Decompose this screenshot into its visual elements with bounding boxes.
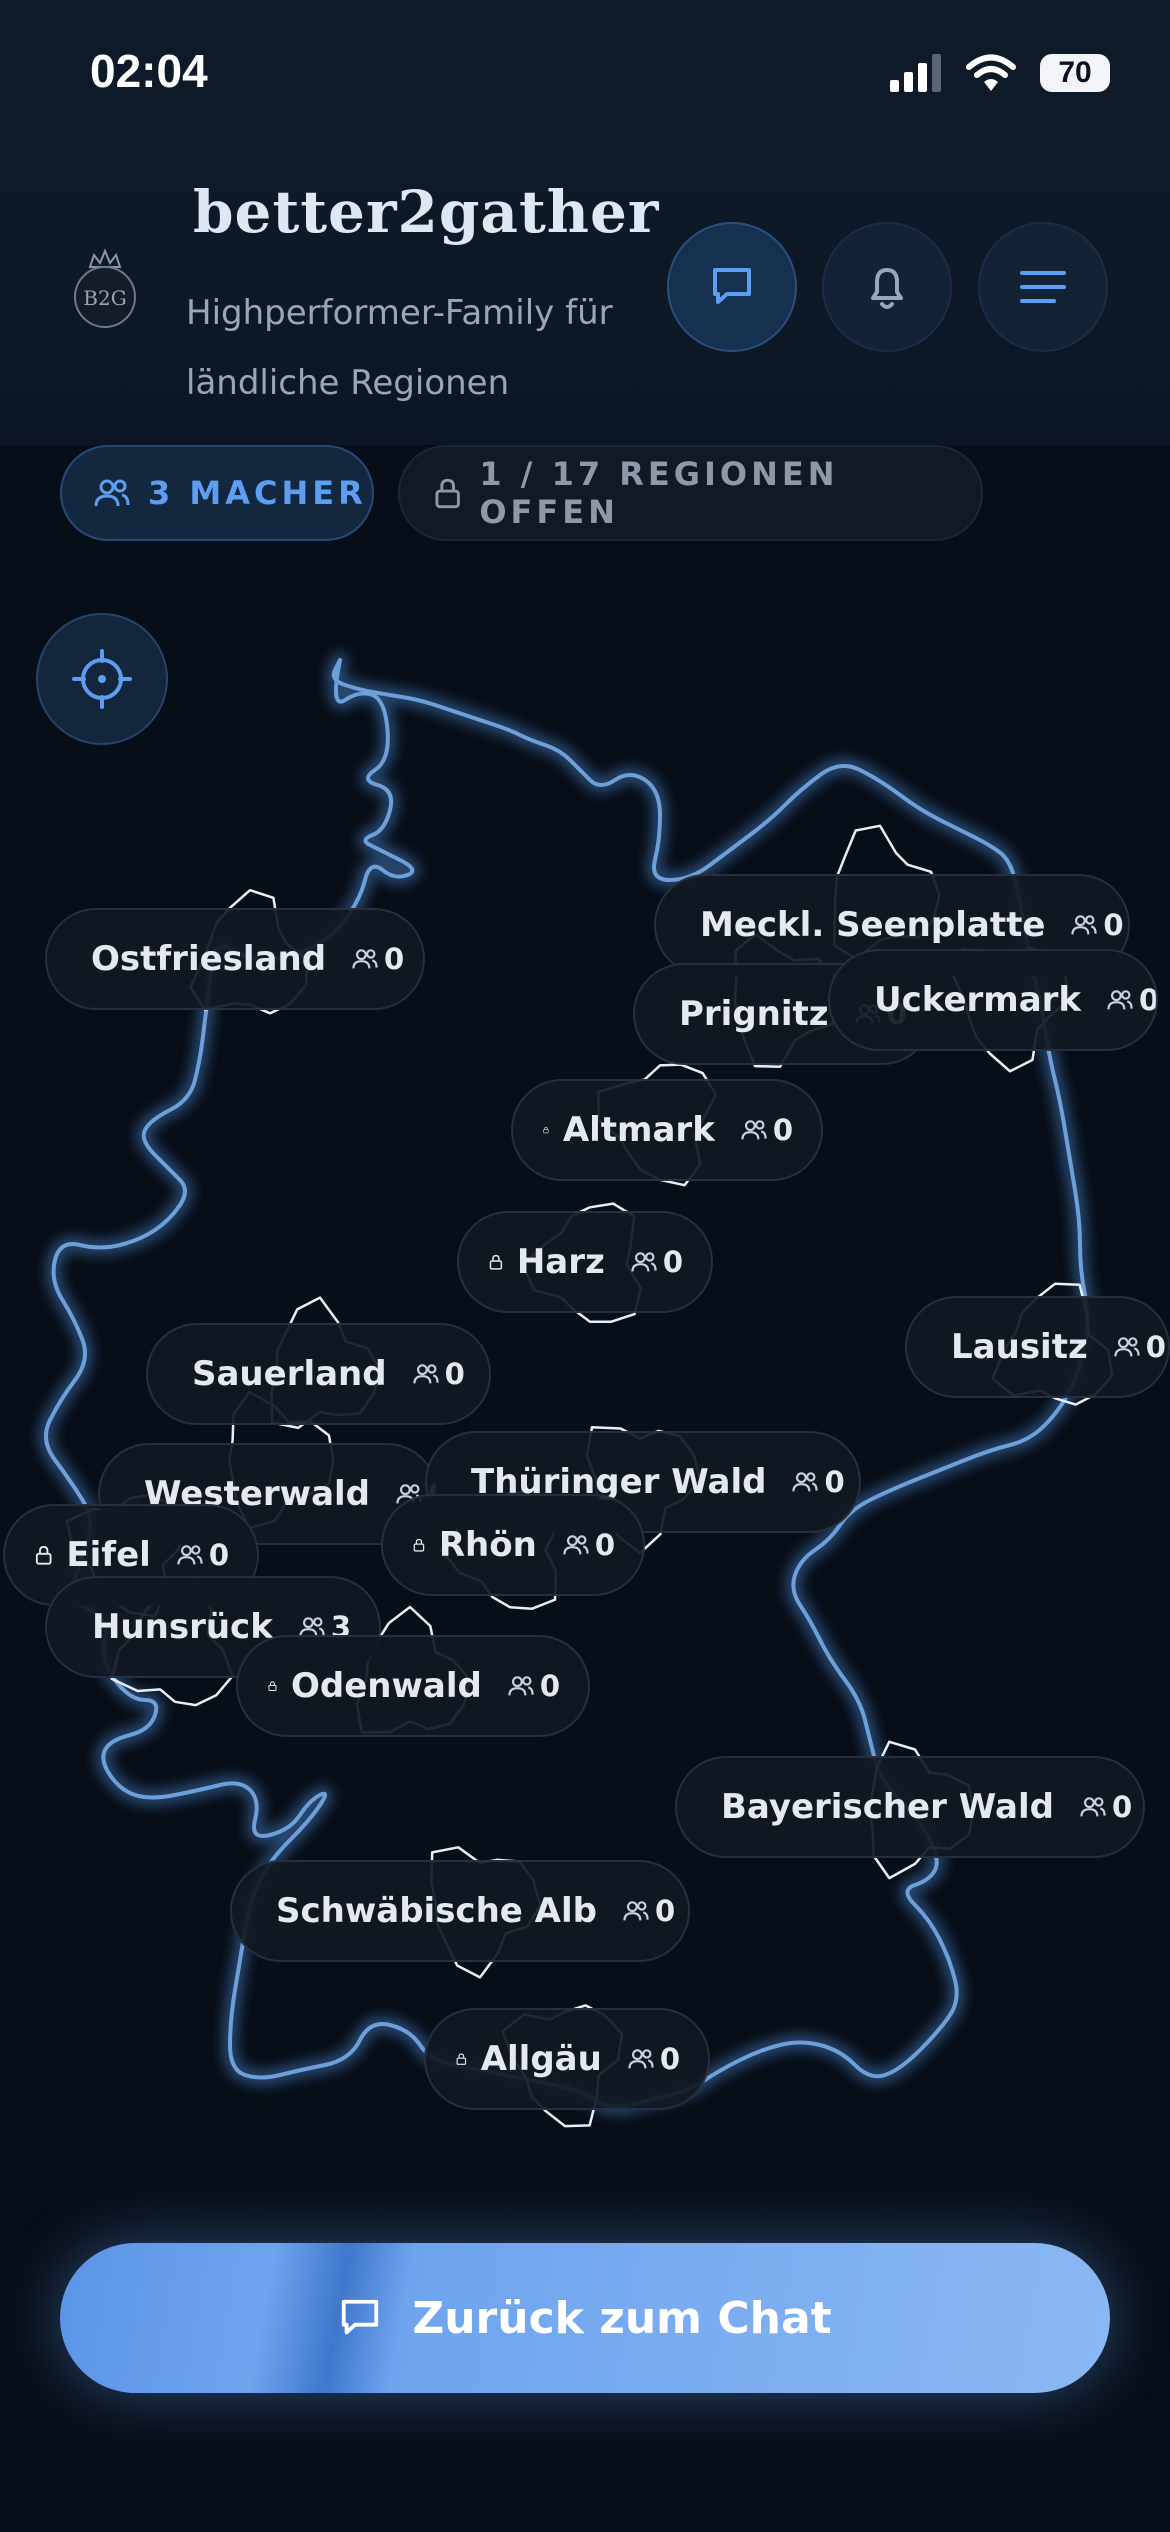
region-name: Eifel (66, 1535, 151, 1575)
region-member-count: 0 (563, 1528, 615, 1562)
region-count-value: 0 (655, 1894, 676, 1928)
region-name: Altmark (562, 1110, 715, 1150)
region-name: Odenwald (290, 1666, 482, 1706)
users-icon (1080, 1797, 1106, 1817)
users-icon (1107, 990, 1133, 1010)
region-count-value: 0 (772, 1113, 793, 1147)
region-member-count: 0 (792, 1465, 845, 1499)
region-member-count: 0 (1114, 1330, 1166, 1364)
region-count-value: 0 (1145, 1330, 1166, 1364)
users-icon (623, 1901, 649, 1921)
region-chip[interactable]: Sauerland 0 (146, 1323, 491, 1425)
region-chip[interactable]: Bayerischer Wald 0 (675, 1756, 1145, 1858)
region-name: Harz (516, 1242, 605, 1282)
users-icon (741, 1120, 767, 1140)
region-member-count: 0 (352, 942, 404, 976)
region-name: Lausitz (951, 1327, 1088, 1367)
lock-icon (456, 2053, 467, 2065)
region-member-count: 0 (1080, 1790, 1132, 1824)
region-member-count: 0 (177, 1538, 229, 1572)
region-chip[interactable]: Schwäbische Alb 0 (230, 1860, 690, 1962)
region-name: Allgäu (480, 2039, 602, 2079)
region-member-count: 0 (1071, 908, 1124, 942)
region-count-value: 0 (208, 1538, 229, 1572)
region-member-count: 0 (631, 1245, 683, 1279)
crosshair-icon (72, 649, 132, 709)
region-name: Schwäbische Alb (276, 1891, 597, 1931)
users-icon (412, 1364, 439, 1384)
region-member-count: 0 (623, 1894, 675, 1928)
region-chip[interactable]: Altmark 0 (511, 1079, 823, 1181)
users-icon (792, 1472, 819, 1492)
users-icon (508, 1676, 534, 1696)
users-icon (631, 1252, 657, 1272)
back-to-chat-label: Zurück zum Chat (412, 2292, 832, 2344)
locate-button[interactable] (36, 613, 168, 745)
region-chip[interactable]: Rhön 0 (381, 1494, 645, 1596)
region-name: Prignitz (679, 994, 829, 1034)
region-chip[interactable]: Allgäu 0 (424, 2008, 710, 2110)
region-count-value: 0 (1111, 1790, 1133, 1824)
chat-bubble-icon (342, 2299, 379, 2335)
region-member-count: 0 (741, 1113, 793, 1147)
region-count-value: 0 (539, 1669, 560, 1703)
region-count-value: 0 (1139, 983, 1158, 1017)
region-count-value: 0 (384, 942, 405, 976)
region-member-count: 0 (412, 1357, 465, 1391)
users-icon (177, 1545, 203, 1565)
users-icon (628, 2049, 654, 2069)
region-count-value: 0 (444, 1357, 465, 1391)
region-count-value: 0 (659, 2042, 680, 2076)
region-chip[interactable]: Ostfriesland 0 (45, 908, 425, 1010)
region-member-count: 0 (508, 1669, 560, 1703)
region-name: Rhön (438, 1525, 537, 1565)
home-icon (77, 1626, 78, 1628)
lock-icon (268, 1681, 277, 1691)
region-member-count: 0 (1107, 983, 1158, 1017)
lock-icon (489, 1254, 503, 1270)
users-icon (1071, 915, 1098, 935)
region-name: Meckl. Seenplatte (700, 905, 1046, 945)
region-name: Hunsrück (91, 1607, 273, 1647)
region-name: Uckermark (874, 980, 1082, 1020)
back-to-chat-button[interactable]: Zurück zum Chat (60, 2243, 1110, 2393)
region-count-value: 0 (662, 1245, 683, 1279)
users-icon (563, 1535, 589, 1555)
region-count-value: 0 (1103, 908, 1124, 942)
region-count-value: 0 (824, 1465, 845, 1499)
region-chip[interactable]: Odenwald 0 (236, 1635, 590, 1737)
users-icon (1114, 1337, 1140, 1357)
lock-icon (413, 1538, 425, 1552)
region-chip[interactable]: Lausitz 0 (905, 1296, 1170, 1398)
region-name: Ostfriesland (91, 939, 327, 979)
region-count-value: 0 (594, 1528, 615, 1562)
region-member-count: 0 (628, 2042, 680, 2076)
region-chip[interactable]: Uckermark 0 (828, 949, 1158, 1051)
lock-icon (543, 1126, 549, 1134)
region-chip[interactable]: Harz 0 (457, 1211, 713, 1313)
users-icon (352, 949, 378, 969)
region-name: Bayerischer Wald (721, 1787, 1054, 1827)
region-name: Sauerland (192, 1354, 387, 1394)
lock-icon (35, 1545, 52, 1565)
